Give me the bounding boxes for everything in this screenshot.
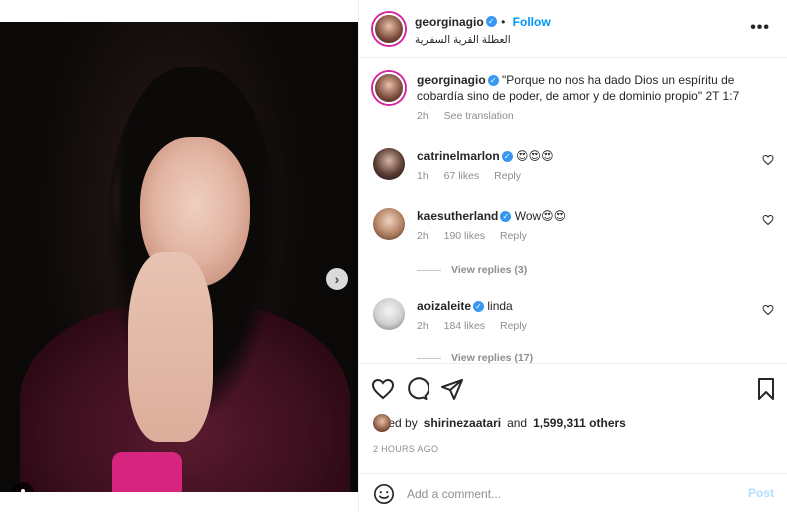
- comment-text: 😍😍😍: [516, 149, 554, 163]
- caption-time[interactable]: 2h: [417, 110, 429, 122]
- verified-icon: ✓: [485, 16, 497, 28]
- comment-time[interactable]: 2h: [417, 230, 429, 242]
- caption-username[interactable]: georginagio: [417, 73, 486, 87]
- photo-hand: [128, 252, 213, 442]
- follow-button[interactable]: Follow: [513, 15, 551, 29]
- comment-time[interactable]: 2h: [417, 320, 429, 332]
- comment-username[interactable]: kaesutherland: [417, 209, 498, 223]
- post-media-panel: ›: [0, 0, 358, 512]
- photo-bag: [112, 452, 182, 492]
- view-replies-label: View replies (3): [451, 264, 528, 276]
- comment-likes[interactable]: 67 likes: [444, 170, 480, 182]
- view-replies-button[interactable]: View replies (17): [417, 352, 533, 363]
- reply-button[interactable]: Reply: [500, 230, 527, 242]
- liked-by-count[interactable]: 1,599,311 others: [533, 416, 626, 430]
- author-username[interactable]: georginagio: [415, 15, 484, 29]
- reply-button[interactable]: Reply: [494, 170, 521, 182]
- post-timestamp[interactable]: 2 HOURS AGO: [373, 444, 438, 454]
- see-translation-button[interactable]: See translation: [444, 110, 514, 122]
- verified-icon: ✓: [473, 301, 485, 313]
- author-avatar[interactable]: [373, 13, 405, 45]
- more-options-icon[interactable]: •••: [750, 20, 770, 36]
- post-actions: Liked by shirinezaatari and 1,599,311 ot…: [359, 363, 787, 473]
- next-image-button[interactable]: ›: [326, 268, 348, 290]
- heart-icon[interactable]: [762, 304, 774, 316]
- commenter-avatar[interactable]: [373, 208, 405, 240]
- chevron-right-icon: ›: [334, 271, 340, 287]
- view-replies-label: View replies (17): [451, 352, 534, 363]
- author-avatar[interactable]: [373, 72, 405, 104]
- verified-icon: ✓: [500, 211, 512, 223]
- liked-by-conjunction: and: [507, 416, 528, 430]
- smiley-icon[interactable]: [373, 483, 395, 505]
- post-comment-button[interactable]: Post: [748, 486, 774, 500]
- replies-divider: [417, 269, 441, 271]
- comment-input[interactable]: [407, 484, 727, 504]
- share-icon[interactable]: [440, 377, 464, 401]
- verified-icon: ✓: [487, 75, 499, 87]
- comments-list[interactable]: georginagio ✓ "Porque no nos ha dado Dios…: [359, 58, 787, 363]
- post-header: georginagio ✓ • Follow العطلة القرية السف…: [359, 0, 787, 58]
- verified-icon: ✓: [501, 151, 513, 163]
- comment-likes[interactable]: 184 likes: [444, 320, 485, 332]
- reply-button[interactable]: Reply: [500, 320, 527, 332]
- add-comment-bar: Post: [359, 473, 787, 512]
- liker-avatar: [373, 414, 391, 432]
- comment-text: linda: [487, 299, 513, 313]
- comment-icon[interactable]: [405, 377, 429, 401]
- heart-icon[interactable]: [762, 214, 774, 226]
- commenter-avatar[interactable]: [373, 298, 405, 330]
- view-replies-button[interactable]: View replies (3): [417, 264, 527, 276]
- user-icon: [21, 489, 25, 492]
- commenter-avatar[interactable]: [373, 148, 405, 180]
- post-location[interactable]: العطلة القرية السفرية: [415, 34, 551, 46]
- comment-username[interactable]: catrinelmarlon: [417, 149, 500, 163]
- liked-by[interactable]: Liked by shirinezaatari and 1,599,311 ot…: [373, 414, 626, 432]
- bookmark-icon[interactable]: [754, 377, 778, 401]
- replies-divider: [417, 357, 441, 359]
- liked-by-user[interactable]: shirinezaatari: [424, 416, 501, 430]
- heart-icon[interactable]: [762, 154, 774, 166]
- comment-username[interactable]: aoizaleite: [417, 299, 471, 313]
- comment-text: Wow😍😍: [514, 209, 567, 223]
- post-side-panel: georginagio ✓ • Follow العطلة القرية السف…: [358, 0, 787, 512]
- like-heart-icon[interactable]: [371, 377, 395, 401]
- comment-time[interactable]: 1h: [417, 170, 429, 182]
- post-photo[interactable]: ›: [0, 22, 358, 492]
- comment-likes[interactable]: 190 likes: [444, 230, 485, 242]
